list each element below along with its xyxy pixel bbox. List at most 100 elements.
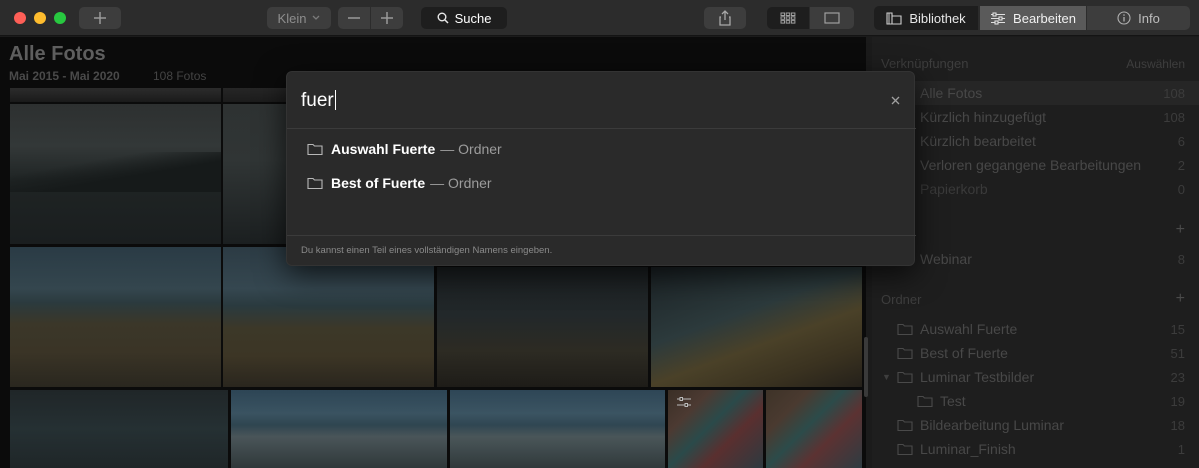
folder-best-of-fuerte[interactable]: Best of Fuerte 51: [872, 341, 1199, 365]
edited-badge-icon: [677, 397, 691, 407]
disclosure-triangle-icon[interactable]: ▼: [882, 372, 891, 382]
toolbar: Klein Suche Bibliothek Bearbeiten Info: [0, 0, 1199, 36]
shortcut-label: Kürzlich hinzugefügt: [920, 109, 1047, 125]
tab-info[interactable]: Info: [1087, 6, 1190, 30]
search-button-label: Suche: [454, 10, 492, 26]
photo-thumbnail[interactable]: [10, 247, 221, 387]
search-result-kind: — Ordner: [430, 175, 492, 191]
folder-label: Test: [940, 393, 966, 409]
add-button[interactable]: [79, 7, 121, 29]
folder-bildearbeitung-luminar[interactable]: Bildearbeitung Luminar 18: [872, 413, 1199, 437]
photo-thumbnail[interactable]: [766, 390, 862, 468]
folder-auswahl-fuerte[interactable]: Auswahl Fuerte 15: [872, 317, 1199, 341]
chevron-down-icon: [312, 15, 320, 20]
photo-thumbnail[interactable]: [10, 104, 221, 244]
shortcut-label: Verloren gegangene Bearbeitungen: [920, 157, 1142, 173]
single-image-icon: [824, 12, 840, 24]
folder-test[interactable]: Test 19: [872, 389, 1199, 413]
folder-label: Luminar Testbilder: [920, 369, 1035, 385]
app-window: Klein Suche Bibliothek Bearbeiten Info A…: [0, 0, 1199, 468]
folder-count: 15: [1170, 321, 1185, 337]
photo-thumbnail[interactable]: [10, 88, 221, 102]
share-button[interactable]: [704, 7, 746, 29]
folder-icon: [897, 347, 913, 359]
add-folder-button[interactable]: +: [1176, 290, 1185, 308]
photo-thumbnail[interactable]: [437, 267, 648, 387]
folder-icon: [897, 443, 913, 455]
search-button[interactable]: Suche: [421, 7, 507, 29]
folder-icon: [897, 371, 913, 383]
zoom-in-button[interactable]: [371, 7, 403, 29]
clear-search-button[interactable]: [888, 93, 902, 107]
folder-icon: [307, 177, 323, 189]
plus-icon: [94, 12, 106, 24]
folder-icon: [917, 395, 933, 407]
shortcut-recently-edited[interactable]: Kürzlich bearbeitet 6: [872, 129, 1199, 153]
photo-thumbnail[interactable]: [223, 247, 434, 387]
search-input[interactable]: fuer: [301, 90, 336, 112]
search-result-name: Best of Fuerte: [331, 175, 426, 191]
search-popover: fuer Auswahl Fuerte — Ordner Best of Fue…: [286, 71, 916, 266]
divider: [287, 235, 916, 236]
shortcut-all-photos[interactable]: Alle Fotos 108: [872, 81, 1199, 105]
search-result-name: Auswahl Fuerte: [331, 141, 436, 157]
tab-edit-label: Bearbeiten: [1013, 10, 1076, 26]
tab-edit[interactable]: Bearbeiten: [980, 6, 1086, 30]
library-sidebar: Verknüpfungen Auswählen Alle Fotos 108 K…: [872, 37, 1199, 468]
folders-header: Ordner: [881, 292, 922, 307]
divider: [287, 128, 916, 129]
minus-icon: [348, 17, 360, 19]
folder-luminar-testbilder[interactable]: ▼ Luminar Testbilder 23: [872, 365, 1199, 389]
photo-thumbnail[interactable]: [651, 267, 862, 387]
shortcut-recently-added[interactable]: Kürzlich hinzugefügt 108: [872, 105, 1199, 129]
folder-count: 19: [1170, 393, 1185, 409]
shortcuts-select-link[interactable]: Auswählen: [1126, 57, 1185, 71]
gallery-date-range: Mai 2015 - Mai 2020: [9, 69, 120, 83]
folder-luminar-finish[interactable]: Luminar_Finish 1: [872, 437, 1199, 461]
shortcut-label: Kürzlich bearbeitet: [920, 133, 1036, 149]
info-icon: [1117, 11, 1131, 25]
folder-label: Auswahl Fuerte: [920, 321, 1018, 337]
minimize-window-button[interactable]: [34, 12, 46, 24]
shortcuts-header: Verknüpfungen: [881, 56, 969, 71]
folder-count: 1: [1177, 441, 1185, 457]
add-album-button[interactable]: +: [1176, 221, 1185, 239]
folder-icon: [307, 143, 323, 155]
search-icon: [437, 12, 449, 24]
folder-count: 51: [1170, 345, 1185, 361]
photo-detail: [10, 152, 221, 192]
close-window-button[interactable]: [14, 12, 26, 24]
share-icon: [719, 10, 731, 26]
shortcut-count: 108: [1163, 85, 1185, 101]
gallery-title: Alle Fotos: [9, 43, 106, 65]
shortcut-label: Papierkorb: [920, 181, 988, 197]
thumbnail-size-label: Klein: [277, 10, 307, 26]
gallery-photo-count: 108 Fotos: [153, 69, 207, 83]
folder-count: 23: [1170, 369, 1185, 385]
search-query-text: fuer: [301, 90, 334, 111]
folder-label: Bildearbeitung Luminar: [920, 417, 1064, 433]
grid-view-button[interactable]: [767, 7, 809, 29]
thumbnail-size-dropdown[interactable]: Klein: [267, 7, 331, 29]
zoom-out-button[interactable]: [338, 7, 370, 29]
shortcut-lost-edits[interactable]: Verloren gegangene Bearbeitungen 2: [872, 153, 1199, 177]
close-icon: [891, 96, 899, 104]
grid-icon: [780, 12, 796, 24]
zoom-window-button[interactable]: [54, 12, 66, 24]
photo-thumbnail[interactable]: [668, 390, 763, 468]
photo-thumbnail[interactable]: [450, 390, 665, 468]
shortcut-label: Alle Fotos: [920, 85, 983, 101]
plus-icon: [381, 12, 393, 24]
shortcut-count: 108: [1163, 109, 1185, 125]
shortcut-trash[interactable]: Papierkorb 0: [872, 177, 1199, 201]
search-result-item[interactable]: Auswahl Fuerte — Ordner: [307, 137, 502, 161]
album-webinar[interactable]: Webinar 8: [872, 247, 1199, 271]
tab-library[interactable]: Bibliothek: [874, 6, 978, 30]
tab-library-label: Bibliothek: [909, 10, 966, 26]
gallery-scrollbar[interactable]: [864, 337, 868, 397]
single-view-button[interactable]: [810, 7, 854, 29]
search-result-item[interactable]: Best of Fuerte — Ordner: [307, 171, 492, 195]
album-label: Webinar: [920, 251, 972, 267]
photo-thumbnail[interactable]: [231, 390, 447, 468]
photo-thumbnail[interactable]: [10, 390, 228, 468]
